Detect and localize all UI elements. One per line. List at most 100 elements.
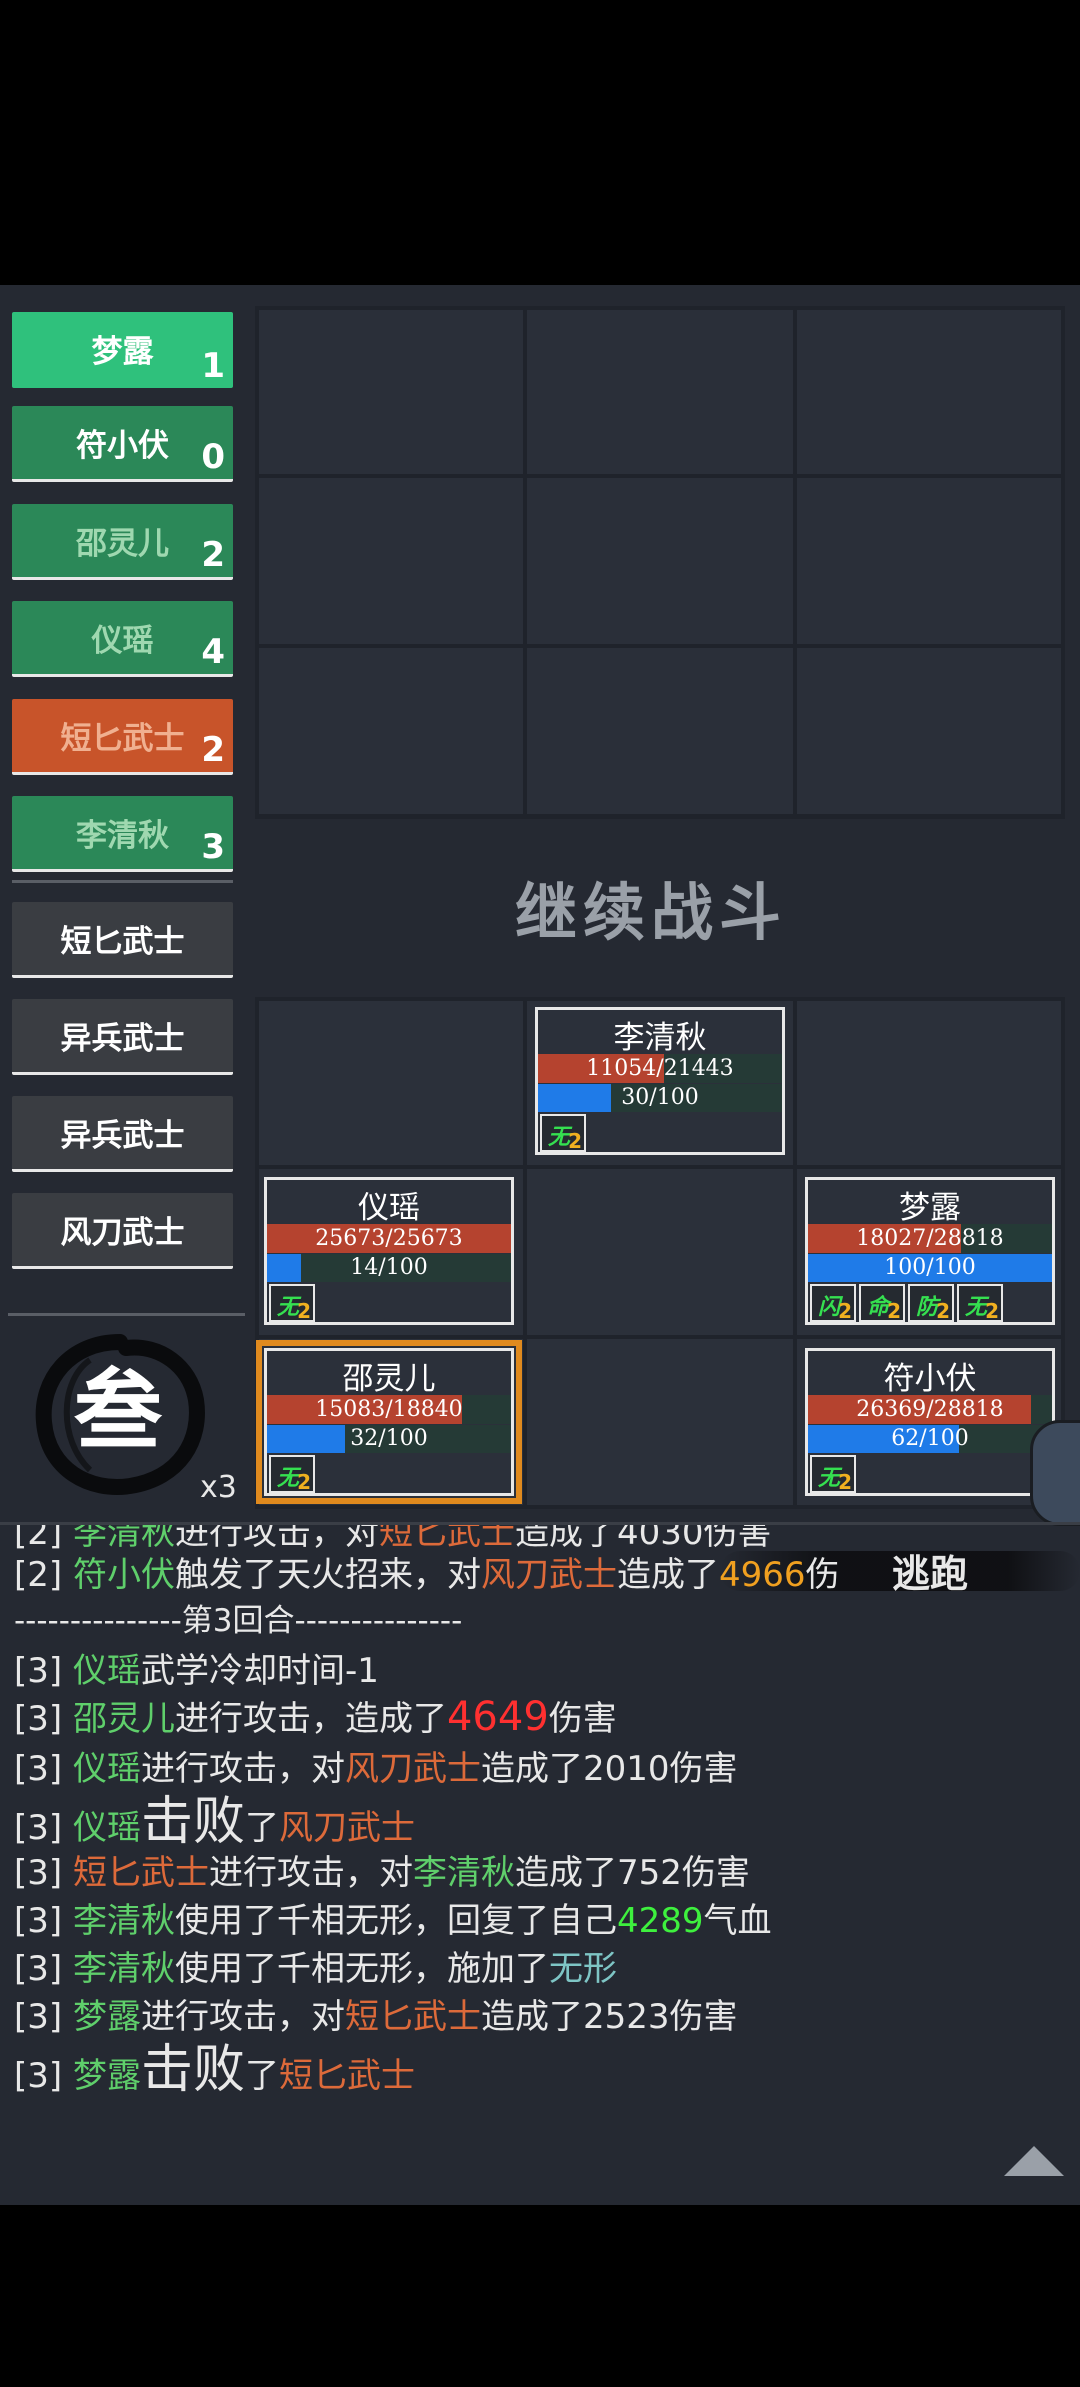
buff-type: 无 <box>818 1466 841 1491</box>
turn-name: 李清秋 <box>76 818 169 854</box>
turn-order-item[interactable]: 短匕武士 2 <box>12 699 233 775</box>
buff-turns: 2 <box>985 1299 999 1323</box>
mp-bar: 62/100 <box>808 1425 1052 1453</box>
buff-icon[interactable]: 命2 <box>859 1284 905 1323</box>
log-line: [3] 短匕武士进行攻击，对李清秋造成了752伤害 <box>14 1853 750 1893</box>
sidebar-divider-upper <box>12 880 233 883</box>
hp-bar: 11054/21443 <box>538 1054 782 1083</box>
enemy-slot[interactable] <box>797 648 1061 814</box>
enemy-slot[interactable] <box>797 478 1061 644</box>
hp-text: 25673/25673 <box>315 1226 463 1251</box>
buff-turns: 2 <box>568 1129 582 1153</box>
turn-count: 3 <box>201 827 225 867</box>
mp-text: 100/100 <box>884 1255 976 1280</box>
mp-bar: 100/100 <box>808 1254 1052 1282</box>
enemy-slot[interactable] <box>797 310 1061 474</box>
buff-type: 防 <box>916 1295 939 1320</box>
turn-name: 短匕武士 <box>60 924 185 960</box>
round-number: 叁 <box>74 1358 163 1462</box>
buff-type: 无 <box>548 1125 571 1150</box>
party-slot[interactable] <box>527 1169 793 1335</box>
mp-text: 30/100 <box>621 1085 699 1110</box>
hp-bar: 15083/18840 <box>267 1395 511 1424</box>
enemy-slot[interactable] <box>527 310 793 474</box>
scroll-up-icon[interactable] <box>1002 2144 1066 2178</box>
party-member-card[interactable]: 邵灵儿 15083/18840 32/100 无 2 <box>256 1340 522 1504</box>
turn-name: 梦露 <box>91 334 154 370</box>
turn-order-item[interactable]: 李清秋 3 <box>12 796 233 872</box>
log-line: [3] 梦露击败了短匕武士 <box>14 2040 415 2100</box>
flee-button[interactable]: 逃跑 <box>892 1543 968 1598</box>
turn-order-item[interactable]: 梦露 1 <box>12 312 233 388</box>
enemy-slot[interactable] <box>259 648 523 814</box>
round-separator: ---------------第3回合--------------- <box>14 1603 463 1639</box>
hp-bar: 25673/25673 <box>267 1224 511 1253</box>
party-member-card[interactable]: 梦露 18027/28818 100/100 闪 2 命 2 防 2 无 2 <box>805 1177 1055 1325</box>
continue-battle-button[interactable]: 继续战斗 <box>515 862 787 952</box>
party-member-card[interactable]: 仪瑶 25673/25673 14/100 无 2 <box>264 1177 514 1325</box>
buff-type: 无 <box>277 1295 300 1320</box>
buff-turns: 2 <box>838 1470 852 1494</box>
log-line: [3] 仪瑶击败了风刀武士 <box>14 1792 415 1852</box>
member-name: 梦露 <box>899 1190 961 1226</box>
buff-icon[interactable]: 无2 <box>810 1455 856 1494</box>
log-line: [3] 李清秋使用了千相无形，施加了无形 <box>14 1949 617 1989</box>
buff-type: 无 <box>277 1466 300 1491</box>
turn-count: 0 <box>201 437 225 477</box>
turn-order-item[interactable]: 邵灵儿 2 <box>12 504 233 580</box>
buff-icon[interactable]: 无2 <box>269 1455 315 1494</box>
turn-name: 短匕武士 <box>60 721 185 757</box>
enemy-slot[interactable] <box>527 648 793 814</box>
turn-order-item[interactable]: 短匕武士 <box>12 902 233 978</box>
turn-name: 符小伏 <box>76 428 169 464</box>
hp-bar: 18027/28818 <box>808 1224 1052 1253</box>
buff-turns: 2 <box>936 1299 950 1323</box>
buff-type: 命 <box>867 1295 890 1320</box>
mp-text: 32/100 <box>350 1426 428 1451</box>
party-slot[interactable] <box>797 1001 1061 1165</box>
turn-order-item[interactable]: 风刀武士 <box>12 1193 233 1269</box>
buff-icon[interactable]: 闪2 <box>810 1284 856 1323</box>
buff-turns: 2 <box>838 1299 852 1323</box>
turn-order-item[interactable]: 异兵武士 <box>12 999 233 1075</box>
battle-log: [2] 李清秋进行攻击，对短匕武士造成了4030伤害 [2] 符小伏触发了天火招… <box>0 1525 1080 2205</box>
buff-icon[interactable]: 防2 <box>908 1284 954 1323</box>
turn-order-item[interactable]: 符小伏 0 <box>12 406 233 482</box>
mp-text: 14/100 <box>350 1255 428 1280</box>
turn-count: 2 <box>201 730 225 770</box>
buff-type: 无 <box>965 1295 988 1320</box>
hp-text: 15083/18840 <box>315 1397 463 1422</box>
buff-icon[interactable]: 无2 <box>957 1284 1003 1323</box>
turn-order-item[interactable]: 异兵武士 <box>12 1096 233 1172</box>
sidebar-divider <box>8 1313 245 1316</box>
turn-count: 1 <box>201 346 225 386</box>
party-member-card[interactable]: 李清秋 11054/21443 30/100 无 2 <box>535 1007 785 1155</box>
log-line: [2] 符小伏触发了天火招来，对风刀武士造成了4966伤 <box>14 1555 840 1595</box>
log-line: [3] 仪瑶武学冷却时间-1 <box>14 1651 379 1691</box>
turn-name: 异兵武士 <box>60 1021 185 1057</box>
member-name: 仪瑶 <box>358 1190 420 1226</box>
buff-turns: 2 <box>297 1299 311 1323</box>
buff-icon[interactable]: 无2 <box>269 1284 315 1323</box>
enemy-grid <box>255 306 1065 819</box>
turn-order-item[interactable]: 仪瑶 4 <box>12 601 233 677</box>
party-slot[interactable] <box>527 1339 793 1505</box>
log-line: [3] 李清秋使用了千相无形，回复了自己4289气血 <box>14 1901 772 1941</box>
turn-name: 风刀武士 <box>60 1215 185 1251</box>
hp-text: 26369/28818 <box>856 1397 1004 1422</box>
party-slot[interactable] <box>259 1001 523 1165</box>
buff-list: 无2 <box>269 1455 315 1494</box>
round-multiplier: x3 <box>200 1470 237 1505</box>
buff-icon[interactable]: 无2 <box>540 1114 586 1153</box>
enemy-slot[interactable] <box>259 478 523 644</box>
enemy-slot[interactable] <box>527 478 793 644</box>
party-member-card[interactable]: 符小伏 26369/28818 62/100 无 2 <box>805 1348 1055 1496</box>
mp-bar: 30/100 <box>538 1084 782 1112</box>
turn-name: 邵灵儿 <box>76 526 169 562</box>
hp-text: 18027/28818 <box>856 1226 1004 1251</box>
turn-name: 异兵武士 <box>60 1118 185 1154</box>
side-handle[interactable] <box>1030 1420 1080 1526</box>
enemy-slot[interactable] <box>259 310 523 474</box>
turn-count: 4 <box>201 632 225 672</box>
member-name: 邵灵儿 <box>342 1361 436 1397</box>
